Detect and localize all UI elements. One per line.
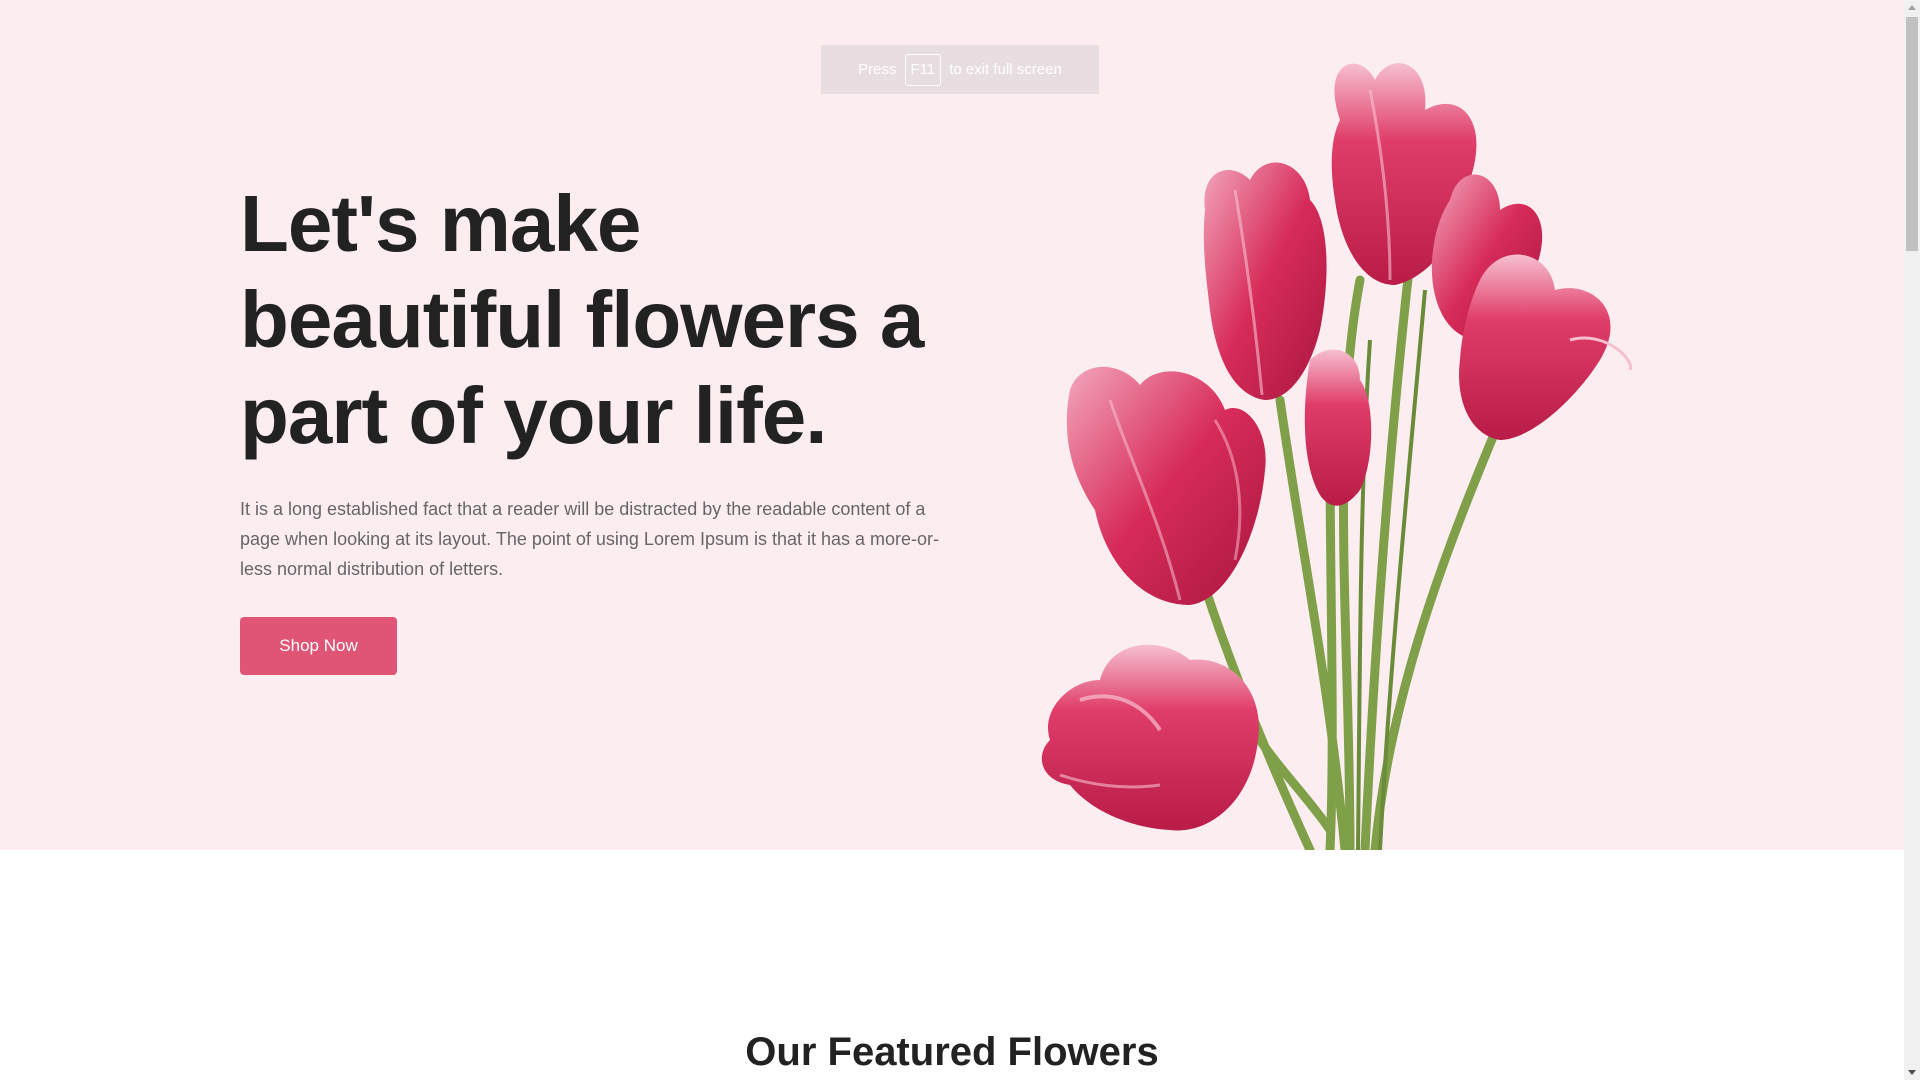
fullscreen-notice-prefix: Press bbox=[858, 61, 897, 78]
hero-title-line-3: part of your life. bbox=[240, 371, 827, 460]
hero-section: Let's make beautiful flowers a part of you… bbox=[0, 0, 1904, 850]
shop-now-button[interactable]: Shop Now bbox=[240, 617, 397, 675]
featured-flowers-heading: Our Featured Flowers bbox=[745, 1030, 1159, 1074]
f11-key-badge: F11 bbox=[904, 53, 942, 86]
scroll-up-arrow-icon[interactable] bbox=[1908, 5, 1916, 10]
hero-title-line-2: beautiful flowers a bbox=[240, 275, 924, 364]
hero-title-line-1: Let's make bbox=[240, 179, 641, 268]
vertical-scrollbar[interactable] bbox=[1904, 0, 1920, 1080]
hero-title: Let's make beautiful flowers a part of you… bbox=[240, 176, 1000, 464]
scrollbar-thumb[interactable] bbox=[1906, 17, 1918, 251]
fullscreen-notice-suffix: to exit full screen bbox=[949, 61, 1062, 78]
hero-description: It is a long established fact that a rea… bbox=[240, 499, 940, 579]
scroll-down-arrow-icon[interactable] bbox=[1908, 1070, 1916, 1075]
tulip-bouquet-image bbox=[1041, 63, 1632, 850]
fullscreen-notice: Press F11 to exit full screen bbox=[821, 45, 1099, 94]
page: Let's make beautiful flowers a part of you… bbox=[0, 0, 1920, 1080]
